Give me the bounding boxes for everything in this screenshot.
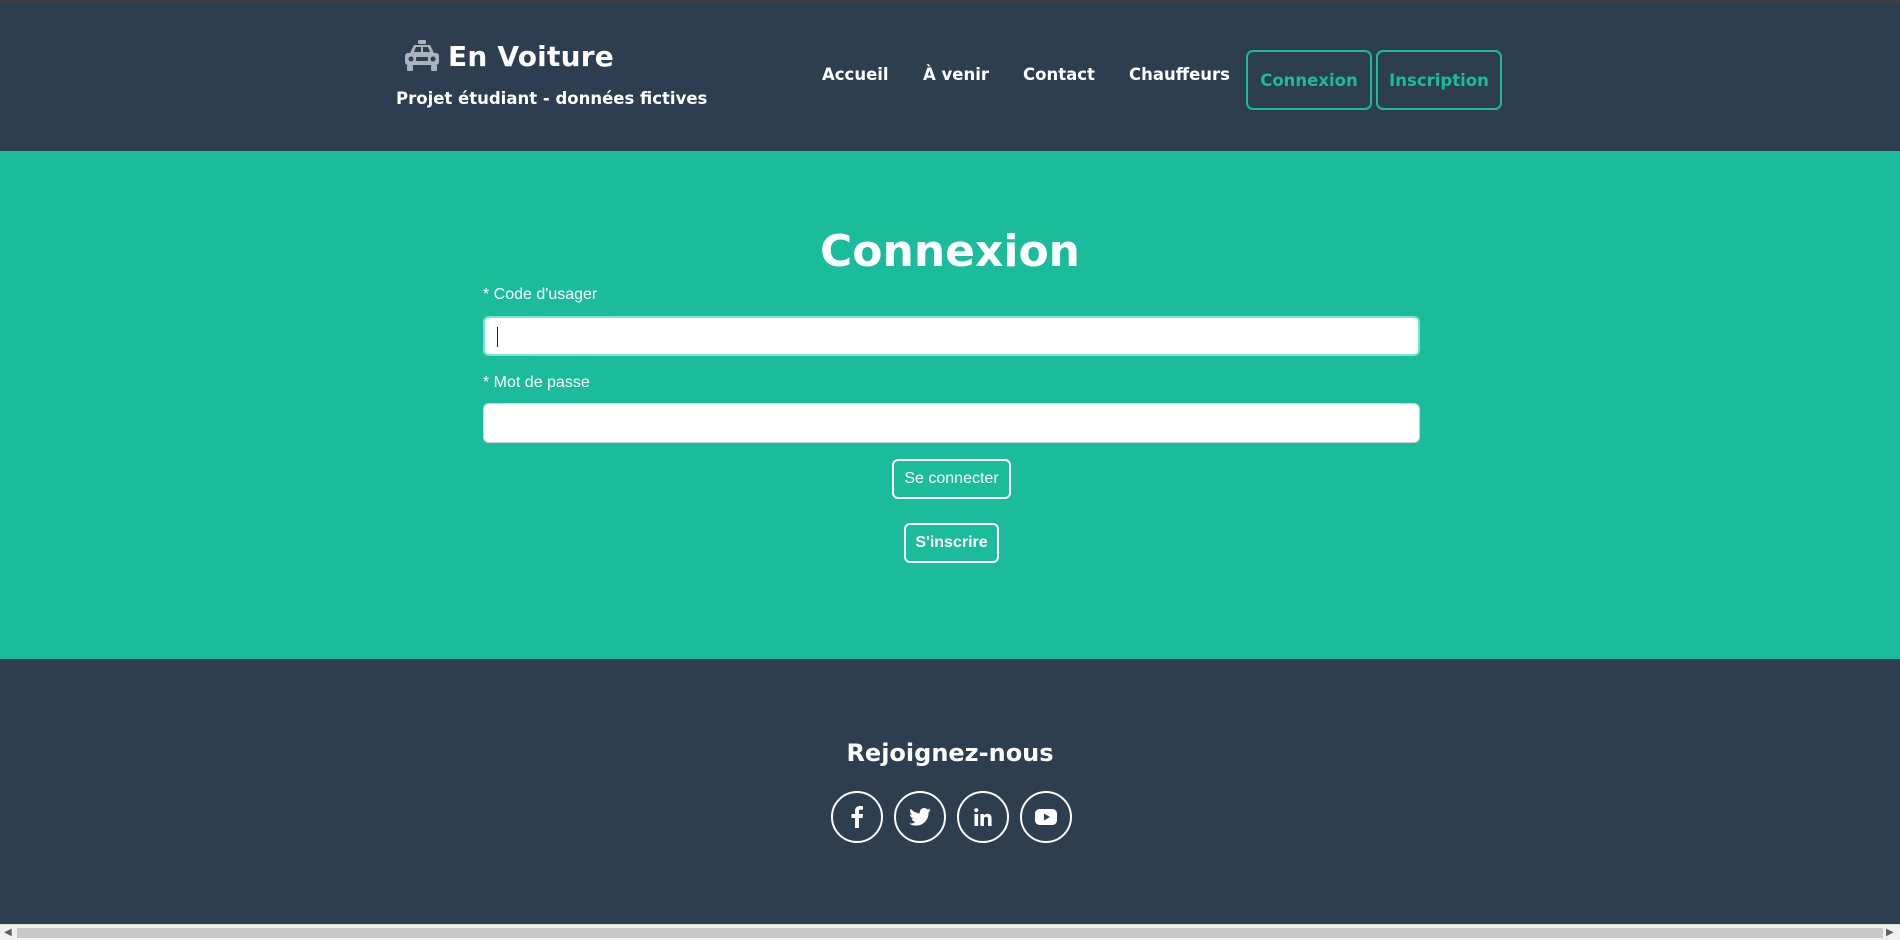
horizontal-scrollbar[interactable]: ◀ ▶	[0, 924, 1900, 940]
brand-subtitle: Projet étudiant - données fictives	[396, 89, 708, 108]
nav-contact[interactable]: Contact	[1023, 65, 1095, 84]
facebook-icon	[851, 806, 863, 828]
facebook-link[interactable]	[831, 791, 883, 843]
register-button[interactable]: S'inscrire	[904, 523, 999, 563]
nav-accueil[interactable]: Accueil	[822, 65, 889, 84]
nav-inscription-button[interactable]: Inscription	[1376, 50, 1502, 110]
twitter-link[interactable]	[894, 791, 946, 843]
text-caret	[497, 327, 498, 347]
login-button[interactable]: Se connecter	[892, 459, 1011, 499]
taxi-icon	[405, 40, 439, 71]
scroll-left-icon[interactable]: ◀	[4, 927, 12, 939]
username-field[interactable]	[483, 316, 1420, 356]
brand-link[interactable]: En Voiture	[402, 39, 614, 73]
nav-chauffeurs[interactable]: Chauffeurs	[1129, 65, 1230, 84]
site-header: En Voiture Projet étudiant - données fic…	[0, 3, 1900, 151]
page-title: Connexion	[819, 226, 1081, 277]
site-footer: Rejoignez-nous	[0, 659, 1900, 924]
youtube-link[interactable]	[1020, 791, 1072, 843]
nav-connexion-button[interactable]: Connexion	[1246, 50, 1372, 110]
login-section: Connexion * Code d'usager * Mot de passe…	[0, 151, 1900, 659]
username-label: * Code d'usager	[483, 286, 598, 303]
twitter-icon	[909, 808, 931, 826]
linkedin-icon	[974, 808, 992, 826]
password-field[interactable]	[483, 403, 1420, 443]
scroll-right-icon[interactable]: ▶	[1886, 927, 1894, 939]
linkedin-link[interactable]	[957, 791, 1009, 843]
brand-title: En Voiture	[448, 39, 614, 73]
nav-a-venir[interactable]: À venir	[923, 65, 989, 84]
scrollbar-thumb[interactable]	[17, 928, 1883, 938]
password-label: * Mot de passe	[483, 374, 590, 391]
youtube-icon	[1035, 809, 1057, 825]
footer-title: Rejoignez-nous	[846, 739, 1054, 767]
